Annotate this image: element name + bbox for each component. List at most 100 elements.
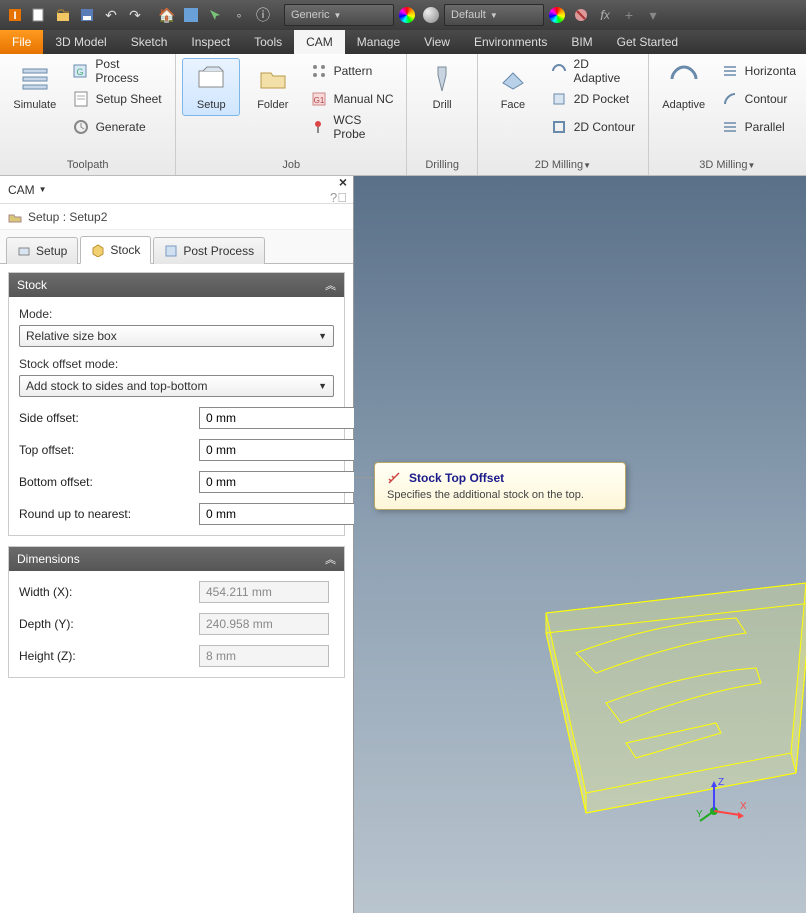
generate-button[interactable]: Generate [68,114,170,140]
bottom-offset-input[interactable]: ▲▼ [199,471,329,493]
group-label-3d-milling[interactable]: 3D Milling ▼ [655,155,800,175]
save-icon[interactable] [76,4,98,26]
undo-icon[interactable]: ↶ [100,4,122,26]
fx-icon[interactable]: fx [594,4,616,26]
manual-nc-label: Manual NC [334,92,394,106]
tab-view[interactable]: View [412,30,462,54]
ribbon-group-3d-milling: Adaptive Horizonta Contour Parallel 3D M… [649,54,806,175]
mode-select[interactable]: Relative size box▼ [19,325,334,347]
tab-manage[interactable]: Manage [345,30,412,54]
subtab-stock[interactable]: Stock [80,236,151,264]
horizontal-button[interactable]: Horizonta [717,58,800,84]
ribbon: Simulate GPost Process Setup Sheet Gener… [0,54,806,176]
chevron-down-icon[interactable]: ▼ [39,185,47,194]
panel-title: CAM [8,183,35,197]
info-icon[interactable]: ⓘ [252,4,274,26]
pattern-button[interactable]: Pattern [306,58,401,84]
open-icon[interactable] [52,4,74,26]
stock-tab-icon [91,243,105,257]
adaptive-button[interactable]: Adaptive [655,58,713,116]
help-icon[interactable]: ?⃝ [330,190,347,205]
tab-environments[interactable]: Environments [462,30,559,54]
section-header-dimensions[interactable]: Dimensions︽ [9,547,344,571]
tooltip-body: Specifies the additional stock on the to… [387,489,613,501]
plus-icon[interactable]: + [618,4,640,26]
tooltip-title: Stock Top Offset [409,471,504,485]
tab-3d-model[interactable]: 3D Model [43,30,118,54]
adaptive-icon [668,63,700,95]
setup-button[interactable]: Setup [182,58,240,116]
2d-pocket-label: 2D Pocket [574,92,629,106]
manual-nc-button[interactable]: G1 Manual NC [306,86,401,112]
viewport[interactable]: Stock Top Offset Specifies the additiona… [354,176,806,913]
mode-label: Mode: [19,307,334,321]
redo-icon[interactable]: ↷ [124,4,146,26]
new-icon[interactable] [28,4,50,26]
overflow-icon[interactable]: ▾ [642,4,664,26]
tab-tools[interactable]: Tools [242,30,294,54]
wcs-probe-button[interactable]: WCS Probe [306,114,401,140]
app-icon[interactable]: I [4,4,26,26]
height-label: Height (Z): [19,649,199,663]
setup-tab-icon [17,244,31,258]
2d-adaptive-label: 2D Adaptive [574,57,638,85]
axis-z-label: Z [718,777,724,788]
measure-icon [387,471,401,485]
manual-nc-icon: G1 [310,90,328,108]
offset-mode-select[interactable]: Add stock to sides and top-bottom▼ [19,375,334,397]
round-input[interactable]: ▲▼ [199,503,329,525]
contour-icon [721,90,739,108]
folder-button[interactable]: Folder [244,58,302,116]
tab-bim[interactable]: BIM [559,30,604,54]
face-label: Face [501,99,525,111]
appearance-dropdown[interactable]: Default▼ [444,4,544,26]
subtab-setup[interactable]: Setup [6,237,78,264]
select-icon[interactable] [204,4,226,26]
2d-pocket-button[interactable]: 2D Pocket [546,86,642,112]
main-area: CAM ▼ × ?⃝ Setup : Setup2 Setup Stock Po… [0,176,806,913]
contour-button[interactable]: Contour [717,86,800,112]
axis-gizmo[interactable]: Z X Y [696,773,746,823]
property-panel: CAM ▼ × ?⃝ Setup : Setup2 Setup Stock Po… [0,176,354,913]
material-color-icon[interactable] [396,4,418,26]
tab-cam[interactable]: CAM [294,30,345,54]
panel-header: CAM ▼ × ?⃝ [0,176,353,204]
face-button[interactable]: Face [484,58,542,116]
2d-pocket-icon [550,90,568,108]
breadcrumb: Setup : Setup2 [0,204,353,230]
2d-adaptive-icon [550,62,568,80]
home-icon[interactable]: 🏠 [156,4,178,26]
panel-subtabs: Setup Stock Post Process [0,230,353,264]
breadcrumb-text: Setup : Setup2 [28,210,107,224]
tab-file[interactable]: File [0,30,43,54]
tab-get-started[interactable]: Get Started [605,30,690,54]
subtab-post-process[interactable]: Post Process [153,237,265,264]
depth-value: 240.958 mm [199,613,329,635]
appearance-clear-icon[interactable] [570,4,592,26]
parallel-button[interactable]: Parallel [717,114,800,140]
width-value: 454.211 mm [199,581,329,603]
close-icon[interactable]: × [339,174,347,190]
tab-inspect[interactable]: Inspect [179,30,242,54]
drill-button[interactable]: Drill [413,58,471,116]
group-label-toolpath: Toolpath [6,155,169,175]
material-dropdown[interactable]: Generic▼ [284,4,394,26]
tab-sketch[interactable]: Sketch [119,30,180,54]
2d-contour-button[interactable]: 2D Contour [546,114,642,140]
link-icon[interactable]: ◦ [228,4,250,26]
folder-label: Folder [257,99,288,111]
wcs-probe-label: WCS Probe [333,113,396,141]
setup-sheet-button[interactable]: Setup Sheet [68,86,170,112]
side-offset-input[interactable]: ▲▼ [199,407,329,429]
team-icon[interactable] [180,4,202,26]
simulate-button[interactable]: Simulate [6,58,64,116]
ribbon-group-2d-milling: Face 2D Adaptive 2D Pocket 2D Contour 2D… [478,54,649,175]
top-offset-input[interactable]: ▲▼ [199,439,329,461]
top-offset-label: Top offset: [19,443,199,457]
group-label-2d-milling[interactable]: 2D Milling ▼ [484,155,642,175]
post-process-button[interactable]: GPost Process [68,58,170,84]
wcs-probe-icon [310,118,328,136]
section-header-stock[interactable]: Stock︽ [9,273,344,297]
2d-adaptive-button[interactable]: 2D Adaptive [546,58,642,84]
appearance-adjust-icon[interactable] [546,4,568,26]
